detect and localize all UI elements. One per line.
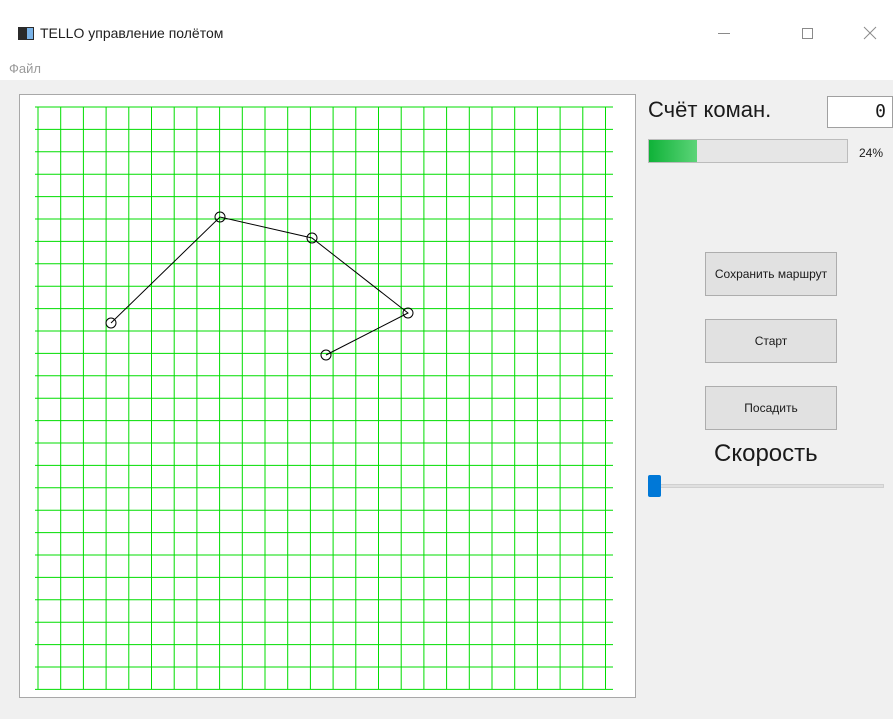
minimize-icon [718, 32, 730, 34]
progress-bar [648, 139, 848, 163]
title-bar: TELLO управление полётом [0, 0, 893, 58]
route-grid[interactable] [20, 95, 635, 697]
land-button[interactable]: Посадить [705, 386, 837, 430]
progress-text: 24% [859, 146, 884, 160]
start-button[interactable]: Старт [705, 319, 837, 363]
progress-fill [649, 140, 697, 162]
route-canvas[interactable] [19, 94, 636, 698]
command-count-field: 0 [827, 96, 893, 128]
menu-bar: Файл [0, 58, 893, 80]
speed-label: Скорость [714, 440, 818, 467]
speed-slider-groove[interactable] [648, 484, 884, 488]
minimize-button[interactable] [702, 16, 746, 50]
maximize-icon [801, 27, 813, 39]
window-title: TELLO управление полётом [40, 25, 224, 41]
command-count-label: Счёт коман. [648, 97, 772, 122]
maximize-button[interactable] [785, 16, 829, 50]
app-icon [18, 27, 34, 40]
save-route-button[interactable]: Сохранить маршрут [705, 252, 837, 296]
speed-slider-handle[interactable] [648, 475, 661, 497]
close-icon [863, 26, 877, 40]
menu-file[interactable]: Файл [9, 61, 41, 76]
close-button[interactable] [848, 16, 892, 50]
